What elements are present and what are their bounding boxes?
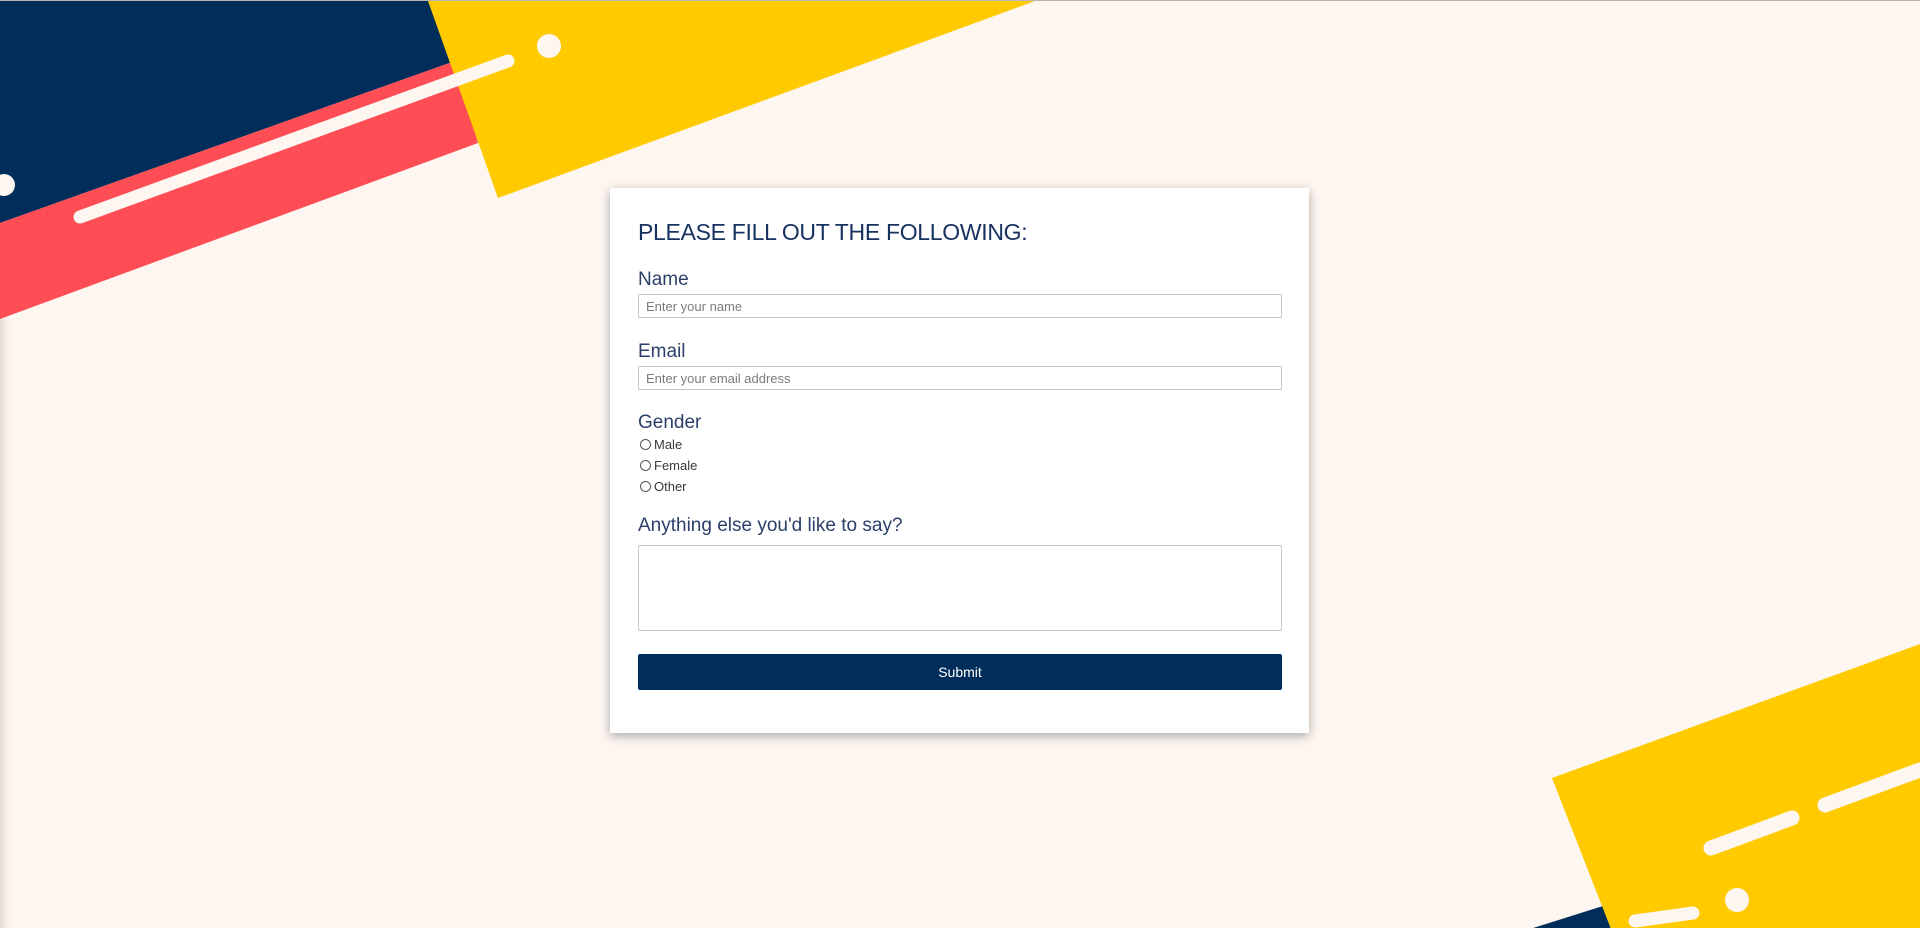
cream-dash-bottom-right-3	[1628, 906, 1700, 928]
message-textarea[interactable]	[638, 545, 1282, 631]
radio-label-female: Female	[654, 458, 698, 473]
name-label: Name	[638, 269, 689, 290]
message-field-group: Anything else you'd like to say?	[638, 515, 1282, 631]
radio-label-other: Other	[654, 479, 687, 494]
radio-male[interactable]	[640, 439, 651, 450]
gender-label: Gender	[638, 412, 702, 433]
email-input[interactable]	[638, 366, 1282, 390]
feedback-form-card: PLEASE FILL OUT THE FOLLOWING: Name Emai…	[610, 188, 1309, 733]
gender-option-male[interactable]: Male	[638, 434, 1282, 455]
radio-other[interactable]	[640, 481, 651, 492]
gender-option-female[interactable]: Female	[638, 455, 1282, 476]
page: PLEASE FILL OUT THE FOLLOWING: Name Emai…	[0, 0, 1920, 928]
gender-field-group: Gender Male Female Other	[638, 412, 1282, 497]
email-label: Email	[638, 341, 686, 362]
name-field-group: Name	[638, 269, 1282, 318]
form-title: PLEASE FILL OUT THE FOLLOWING:	[638, 219, 1028, 245]
radio-female[interactable]	[640, 460, 651, 471]
cream-dot-bottom	[1725, 888, 1749, 912]
email-field-group: Email	[638, 341, 1282, 390]
gender-option-other[interactable]: Other	[638, 476, 1282, 497]
radio-label-male: Male	[654, 437, 683, 452]
message-label: Anything else you'd like to say?	[638, 515, 903, 536]
yellow-stripe-top-left	[428, 1, 1035, 198]
navy-stripe-bottom-right	[1533, 906, 1611, 928]
cream-dot-top	[537, 34, 561, 58]
name-input[interactable]	[638, 294, 1282, 318]
submit-button[interactable]: Submit	[638, 654, 1282, 690]
